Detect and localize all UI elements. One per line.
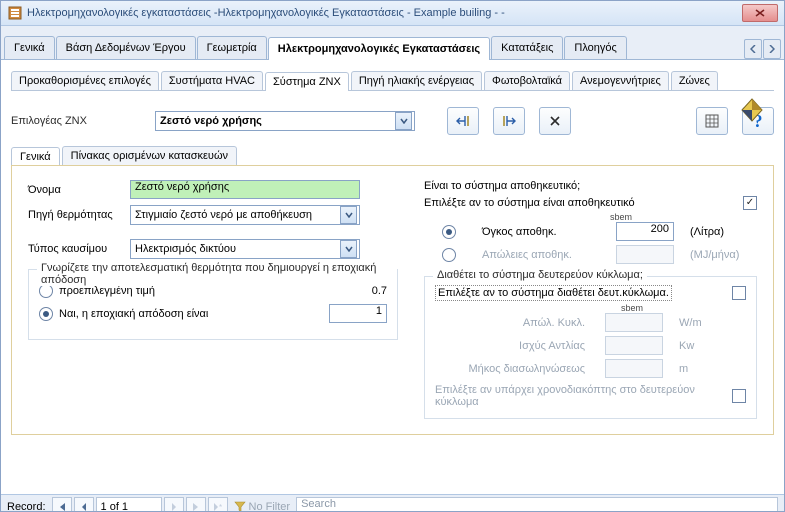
radio-default[interactable] <box>39 284 53 298</box>
titlebar: Ηλεκτρομηχανολογικές εγκαταστάσεις -Ηλεκ… <box>1 1 784 26</box>
pump-label: Ισχύς Αντλίας <box>435 340 585 352</box>
record-new[interactable]: * <box>208 497 228 512</box>
timer-hint: Επιλέξτε αν υπάρχει χρονοδιακόπτης στο δ… <box>435 384 726 408</box>
grid-button[interactable] <box>696 107 728 135</box>
inner-tabs: Γενικά Πίνακας ορισμένων κατασκευών <box>11 143 774 165</box>
logo-icon <box>738 96 766 124</box>
heat-source-select[interactable]: Στιγμιαίο ζεστό νερό με αποθήκευση <box>130 205 360 225</box>
record-last[interactable] <box>186 497 206 512</box>
record-position[interactable]: 1 of 1 <box>96 497 162 512</box>
close-button[interactable] <box>742 4 778 22</box>
storage-checkbox[interactable] <box>743 196 757 210</box>
pump-unit: Kw <box>679 340 694 352</box>
window-title: Ηλεκτρομηχανολογικές εγκαταστάσεις -Ηλεκ… <box>27 7 505 19</box>
innertab-table[interactable]: Πίνακας ορισμένων κατασκευών <box>62 146 237 165</box>
tabs-scroll-right[interactable] <box>763 39 781 59</box>
subtab-solar[interactable]: Πηγή ηλιακής ενέργειας <box>351 71 482 90</box>
filter-icon <box>234 501 246 512</box>
heat-source-value: Στιγμιαίο ζεστό νερό με αποθήκευση <box>135 209 312 221</box>
record-first[interactable] <box>52 497 72 512</box>
secondary-question: Διαθέτει το σύστημα δευτερεύον κύκλωμα; <box>433 269 647 281</box>
tabs-scroll-left[interactable] <box>744 39 762 59</box>
tab-geometry[interactable]: Γεωμετρία <box>197 36 267 59</box>
dropdown-icon <box>340 240 357 258</box>
radio-yes-label: Ναι, η εποχιακή απόδοση είναι <box>59 308 208 320</box>
storage-radio-losses[interactable] <box>442 248 456 262</box>
sbem-label-2: sbem <box>603 303 661 313</box>
storage-vol-unit: (Λίτρα) <box>690 226 724 238</box>
seasonal-eff-input[interactable]: 1 <box>329 304 387 323</box>
circ-loss-input[interactable] <box>605 313 663 332</box>
heat-source-label: Πηγή θερμότητας <box>28 209 130 221</box>
record-prev[interactable] <box>74 497 94 512</box>
pipe-len-unit: m <box>679 363 688 375</box>
znx-options-label: Επιλογέας ZNX <box>11 115 141 127</box>
svg-text:*: * <box>219 503 222 511</box>
secondary-checkbox[interactable] <box>732 286 746 300</box>
record-label: Record: <box>7 501 46 512</box>
storage-loss-label: Απώλειες αποθηκ. <box>482 249 610 261</box>
dropdown-icon <box>395 112 412 130</box>
storage-loss-unit: (MJ/μήνα) <box>690 249 739 261</box>
storage-question: Είναι το σύστημα αποθηκευτικό; <box>424 180 757 192</box>
subtab-defaults[interactable]: Προκαθορισμένες επιλογές <box>11 71 159 90</box>
subtab-hvac-systems[interactable]: Συστήματα HVAC <box>161 71 263 90</box>
pipe-len-input[interactable] <box>605 359 663 378</box>
name-input[interactable]: Ζεστό νερό χρήσης <box>130 180 360 199</box>
dropdown-icon <box>340 206 357 224</box>
storage-vol-input[interactable]: 200 <box>616 222 674 241</box>
subtab-znx[interactable]: Σύστημα ZNX <box>265 72 349 91</box>
no-filter-label[interactable]: No Filter <box>249 501 291 512</box>
tab-hvac[interactable]: Ηλεκτρομηχανολογικές Εγκαταστάσεις <box>268 37 490 60</box>
insert-left-button[interactable] <box>447 107 479 135</box>
subtab-wind[interactable]: Ανεμογεννήτριες <box>572 71 669 90</box>
efficiency-group-title: Γνωρίζετε την αποτελεσματική θερμότητα π… <box>37 262 397 286</box>
sub-tabs: Προκαθορισμένες επιλογές Συστήματα HVAC … <box>11 68 774 91</box>
radio-default-label: προεπιλεγμένη τιμή <box>59 285 155 297</box>
secondary-hint: Επιλέξτε αν το σύστημα διαθέτει δευτ.κύκ… <box>435 285 672 301</box>
main-tabs: Γενικά Βάση Δεδομένων Έργου Γεωμετρία Ηλ… <box>1 26 784 60</box>
tab-project-db[interactable]: Βάση Δεδομένων Έργου <box>56 36 196 59</box>
subtab-zones[interactable]: Ζώνες <box>671 71 718 90</box>
radio-default-value: 0.7 <box>372 285 387 297</box>
storage-hint: Επιλέξτε αν το σύστημα είναι αποθηκευτικ… <box>424 197 635 209</box>
tab-general[interactable]: Γενικά <box>4 36 55 59</box>
subtab-pv[interactable]: Φωτοβολταϊκά <box>484 71 570 90</box>
circ-loss-unit: W/m <box>679 317 702 329</box>
innertab-general[interactable]: Γενικά <box>11 147 60 166</box>
pump-input[interactable] <box>605 336 663 355</box>
storage-loss-input[interactable] <box>616 245 674 264</box>
pipe-len-label: Μήκος διασωληνώσεως <box>435 363 585 375</box>
name-label: Όνομα <box>28 184 130 196</box>
search-input[interactable]: Search <box>296 497 778 512</box>
fuel-type-select[interactable]: Ηλεκτρισμός δικτύου <box>130 239 360 259</box>
form-panel: Όνομα Ζεστό νερό χρήσης Πηγή θερμότητας … <box>11 165 774 435</box>
circ-loss-label: Απώλ. Κυκλ. <box>435 317 585 329</box>
sbem-label: sbem <box>592 212 650 222</box>
znx-select[interactable]: Ζεστό νερό χρήσης <box>155 111 415 131</box>
record-next[interactable] <box>164 497 184 512</box>
tab-classifications[interactable]: Κατατάξεις <box>491 36 563 59</box>
radio-yes[interactable] <box>39 307 53 321</box>
app-icon <box>7 5 23 21</box>
timer-checkbox[interactable] <box>732 389 746 403</box>
delete-button[interactable] <box>539 107 571 135</box>
fuel-type-value: Ηλεκτρισμός δικτύου <box>135 243 236 255</box>
znx-select-value: Ζεστό νερό χρήσης <box>160 115 262 127</box>
insert-right-button[interactable] <box>493 107 525 135</box>
tab-navigator[interactable]: Πλοηγός <box>564 36 626 59</box>
storage-vol-label: Όγκος αποθηκ. <box>482 226 610 238</box>
storage-radio-volume[interactable] <box>442 225 456 239</box>
fuel-type-label: Τύπος καυσίμου <box>28 243 130 255</box>
